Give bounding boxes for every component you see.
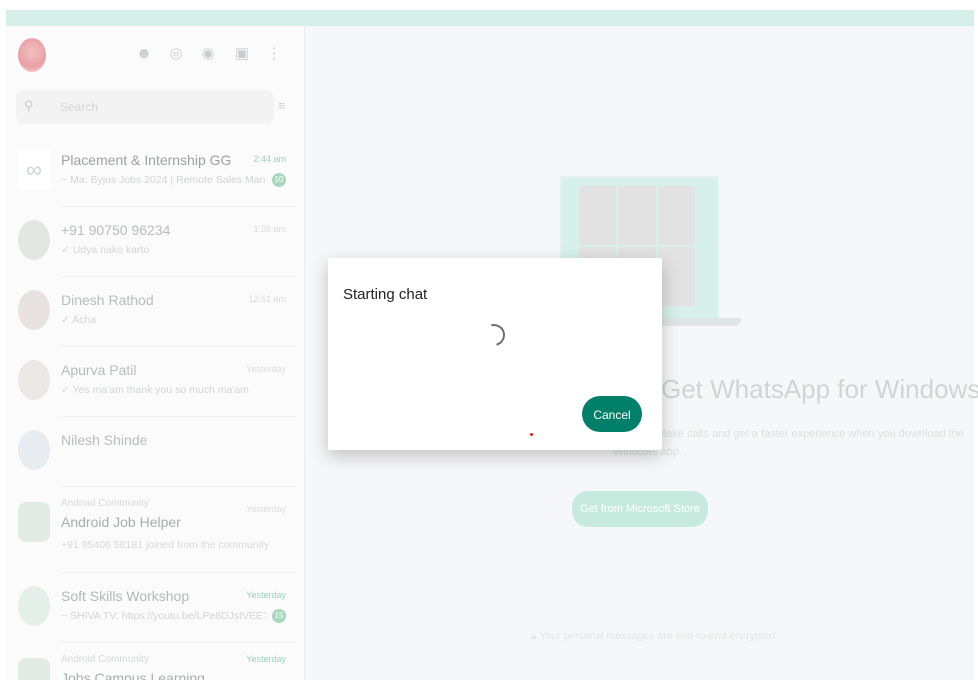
chat-item[interactable]: ∞ Placement & Internship GG ~ Ma: Byjus … <box>6 138 296 207</box>
chat-list-sidebar: ☻ ◎ ◉ ▣ ⋮ ⚲ Search ≡ ∞ Placement & Inter… <box>6 26 305 680</box>
get-from-store-button[interactable]: Get from Microsoft Store <box>572 491 708 527</box>
chat-item[interactable]: +91 90750 96234 ✓ Udya nako karto 1:38 a… <box>6 208 296 277</box>
contact-avatar <box>18 360 50 400</box>
cursor-dot <box>530 433 533 436</box>
contact-avatar <box>18 290 50 330</box>
divider <box>61 416 296 417</box>
dialog-title: Starting chat <box>343 286 428 303</box>
chat-name: Apurva Patil <box>61 362 137 378</box>
chat-item[interactable]: Android Community Jobs Campus Learning Y… <box>6 644 296 680</box>
community-avatar <box>18 658 50 680</box>
chat-name: Placement & Internship GG <box>61 152 232 168</box>
group-avatar: ∞ <box>18 150 50 190</box>
divider <box>61 642 296 643</box>
unread-badge: 10 <box>272 173 286 187</box>
community-name: Android Community <box>61 654 149 665</box>
chat-item[interactable]: Dinesh Rathod ✓ Acha 12:51 am <box>6 278 296 347</box>
chat-name: Nilesh Shinde <box>61 432 148 448</box>
welcome-description: Make calls and get a faster experience w… <box>657 428 964 440</box>
contact-avatar <box>18 430 50 470</box>
search-box[interactable] <box>16 90 274 124</box>
chat-time: 12:51 am <box>248 294 286 304</box>
chat-preview: ~ SHIVA TV: https://youtu.be/LPe8DJstVEE… <box>61 610 266 622</box>
new-chat-icon[interactable]: ▣ <box>232 44 252 64</box>
chat-time: Yesterday <box>246 504 286 514</box>
sidebar-header: ☻ ◎ ◉ ▣ ⋮ <box>6 26 304 82</box>
chat-item[interactable]: Apurva Patil ✓ Yes ma'am thank you so mu… <box>6 348 296 417</box>
unread-badge: 15 <box>272 609 286 623</box>
chat-preview: ✓ Yes ma'am thank you so much ma'am <box>61 384 249 396</box>
divider <box>61 346 296 347</box>
menu-icon[interactable]: ⋮ <box>264 44 284 64</box>
community-avatar <box>18 502 50 542</box>
chat-name: Soft Skills Workshop <box>61 588 190 604</box>
cancel-button[interactable]: Cancel <box>582 396 642 432</box>
chat-time: 2:44 am <box>253 154 286 164</box>
encryption-note: 🔒︎ Your personal messages are end-to-end… <box>531 630 775 643</box>
chat-time: Yesterday <box>246 590 286 600</box>
chat-time: Yesterday <box>246 364 286 374</box>
chat-item[interactable]: Soft Skills Workshop ~ SHIVA TV: https:/… <box>6 574 296 643</box>
divider <box>61 486 296 487</box>
search-input[interactable]: Search <box>60 100 98 114</box>
encryption-text: Your personal messages are end-to-end en… <box>539 630 776 642</box>
search-icon: ⚲ <box>24 98 34 113</box>
starting-chat-dialog: Starting chat Cancel <box>328 258 662 450</box>
loading-spinner-icon <box>478 319 510 351</box>
chat-preview: ✓ Acha <box>61 314 97 326</box>
chat-name: Dinesh Rathod <box>61 292 154 308</box>
divider <box>61 206 296 207</box>
chat-name: Jobs Campus Learning <box>61 670 205 680</box>
filter-icon[interactable]: ≡ <box>278 98 294 114</box>
profile-avatar[interactable] <box>18 38 46 72</box>
chat-preview: ✓ Udya nako karto <box>61 244 150 256</box>
channels-icon[interactable]: ◉ <box>198 44 218 64</box>
chat-preview: ~ Ma: Byjus Jobs 2024 | Remote Sales Man… <box>61 174 266 186</box>
divider <box>61 572 296 573</box>
chat-item[interactable]: Nilesh Shinde <box>6 418 296 487</box>
chat-item[interactable]: Android Community Android Job Helper +91… <box>6 488 296 573</box>
chat-name: Android Job Helper <box>61 514 181 530</box>
status-icon[interactable]: ◎ <box>166 44 186 64</box>
contact-avatar <box>18 220 50 260</box>
window-top-bar <box>6 10 974 26</box>
chat-preview: +91 95406 58181 joined from the communit… <box>61 539 270 551</box>
chat-time: 1:38 am <box>253 224 286 234</box>
community-name: Android Community <box>61 498 149 509</box>
chat-time: Yesterday <box>246 654 286 664</box>
divider <box>61 276 296 277</box>
chat-name: +91 90750 96234 <box>61 222 171 238</box>
communities-icon[interactable]: ☻ <box>134 44 154 64</box>
group-avatar <box>18 586 50 626</box>
welcome-title: Get WhatsApp for Windows <box>661 374 978 404</box>
